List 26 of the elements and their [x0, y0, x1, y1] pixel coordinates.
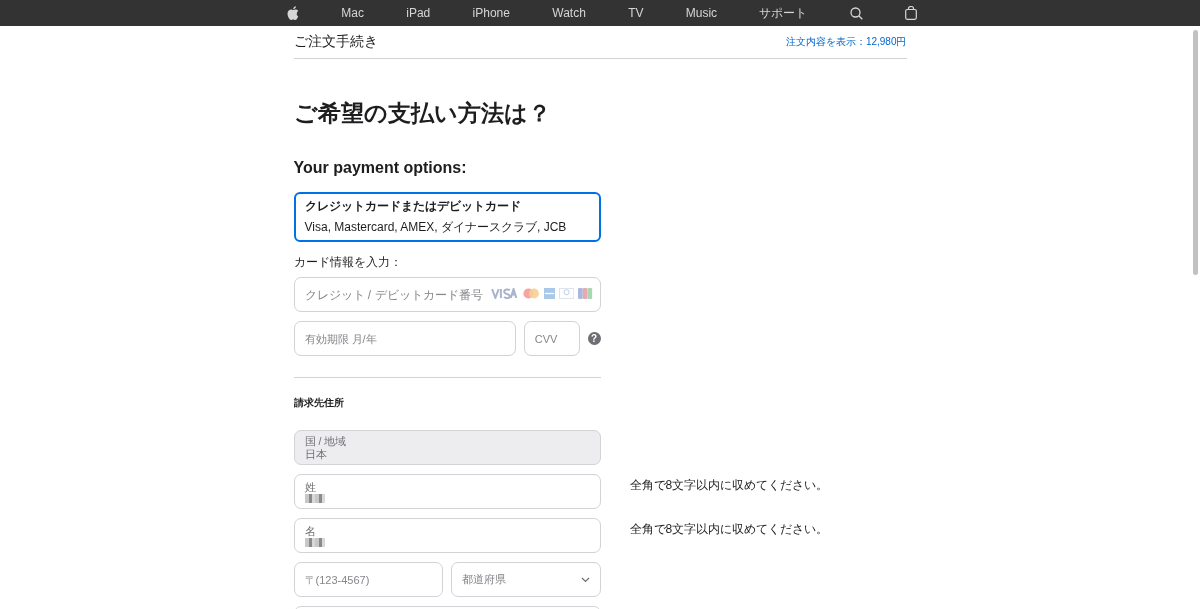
section-heading: Your payment options:: [293, 158, 468, 178]
nav-link[interactable]: iPad: [406, 6, 431, 20]
postal-code-field[interactable]: 〒(123-4567): [293, 562, 443, 597]
nav-link[interactable]: iPhone: [472, 6, 510, 20]
prefecture-select[interactable]: 都道府県: [451, 562, 601, 597]
option-subtitle: Visa, Mastercard, AMEX, ダイナースクラブ, JCB: [304, 219, 568, 236]
page-heading: ご希望の支払い方法は？: [293, 99, 552, 127]
nav-link[interactable]: Music: [685, 6, 718, 20]
field-hint: 全角で8文字以内に収めてください。: [629, 477, 829, 494]
expiry-field[interactable]: 有効期限 月/年: [293, 321, 516, 356]
option-title: クレジットカードまたはデビットカード: [304, 198, 522, 215]
help-button[interactable]: ?: [587, 332, 601, 345]
nav-link[interactable]: Mac: [341, 6, 364, 20]
card-info-label: カード情報を入力：: [293, 254, 403, 271]
nav-link[interactable]: TV: [628, 6, 644, 20]
cvv-field[interactable]: CVV: [523, 321, 580, 356]
text-field[interactable]: 姓: [293, 474, 601, 509]
billing-title: 請求先住所: [293, 396, 345, 410]
card-number-field[interactable]: クレジット / デビットカード番号: [293, 277, 601, 312]
field-hint: 全角で8文字以内に収めてください。: [629, 521, 829, 538]
order-summary-link[interactable]: 注文内容を表示：12,980円: [785, 35, 907, 49]
checkout-title: ご注文手続き: [293, 33, 378, 51]
payment-option[interactable]: クレジットカードまたはデビットカード Visa, Mastercard, AMEX, ダイナースクラブ, JCB: [293, 192, 601, 242]
text-field[interactable]: 名: [293, 518, 601, 553]
nav-link[interactable]: サポート: [759, 4, 808, 22]
nav-link[interactable]: Watch: [552, 6, 586, 20]
